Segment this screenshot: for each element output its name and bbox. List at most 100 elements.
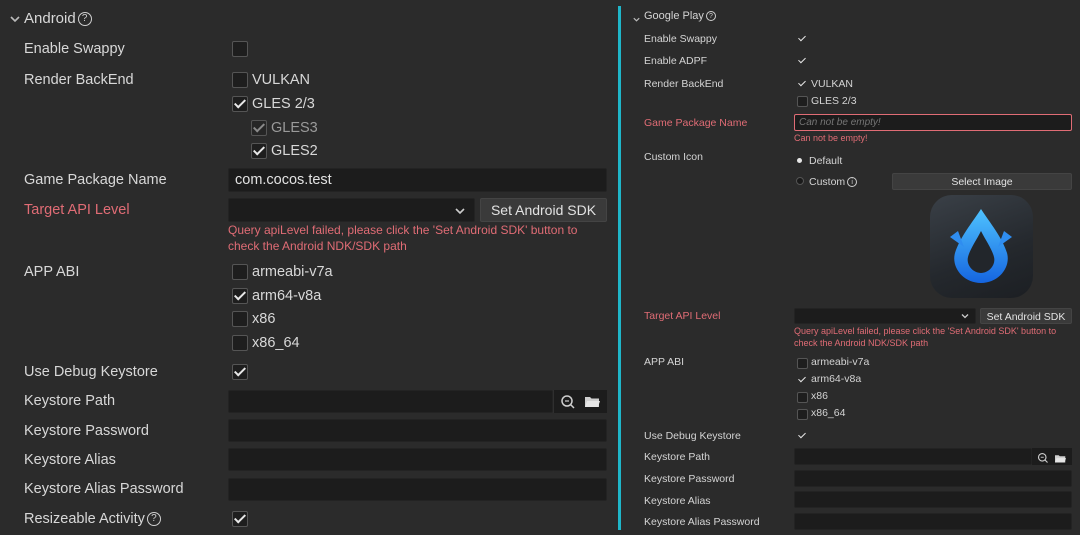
vulkan-label: VULKAN — [252, 72, 311, 88]
chevron-down-icon — [960, 311, 970, 326]
gp-abi-x86-label: x86 — [811, 390, 828, 402]
vulkan-checkbox[interactable] — [232, 72, 248, 88]
gles2-label: GLES2 — [271, 143, 318, 159]
gp-use-debug-keystore-label: Use Debug Keystore — [644, 430, 741, 442]
abi-armeabi-v7a-checkbox[interactable] — [232, 264, 248, 280]
gles23-checkbox[interactable] — [232, 96, 248, 112]
gp-vulkan-checkbox[interactable] — [797, 78, 808, 90]
section-title-label: Google Play — [644, 10, 704, 22]
resizeable-activity-label: Resizeable Activity — [24, 511, 145, 527]
gp-abi-arm64-v8a-checkbox[interactable] — [797, 374, 808, 386]
section-title-label: Android — [24, 10, 76, 27]
gp-vulkan-label: VULKAN — [811, 78, 854, 90]
resizeable-activity-row: Resizeable Activity? — [24, 511, 161, 527]
section-title-google-play[interactable]: Google Play? — [644, 10, 716, 22]
gp-keystore-path-input[interactable] — [794, 448, 1032, 465]
abi-armeabi-v7a-label: armeabi-v7a — [252, 264, 333, 280]
gles3-label: GLES3 — [271, 120, 318, 136]
gp-keystore-password-label: Keystore Password — [644, 473, 735, 485]
gp-abi-arm64-v8a-label: arm64-v8a — [811, 373, 862, 385]
gles23-label: GLES 2/3 — [252, 96, 315, 112]
search-icon[interactable] — [1037, 451, 1049, 469]
folder-icon[interactable] — [584, 394, 601, 414]
keystore-path-label: Keystore Path — [24, 393, 116, 409]
abi-arm64-v8a-label: arm64-v8a — [252, 288, 322, 304]
chevron-down-icon[interactable] — [8, 12, 22, 26]
question-circle-icon[interactable]: i — [847, 177, 858, 188]
gp-abi-x86-64-label: x86_64 — [811, 407, 846, 419]
gp-game-package-input[interactable] — [794, 114, 1072, 131]
abi-x86-64-checkbox[interactable] — [232, 335, 248, 351]
gp-enable-adpf-label: Enable ADPF — [644, 55, 708, 67]
folder-icon[interactable] — [1054, 451, 1067, 469]
gp-app-abi-label: APP ABI — [644, 356, 685, 368]
gp-keystore-alias-password-label: Keystore Alias Password — [644, 516, 760, 528]
abi-x86-checkbox[interactable] — [232, 311, 248, 327]
gp-keystore-alias-label: Keystore Alias — [644, 495, 711, 507]
keystore-path-input[interactable] — [228, 390, 553, 413]
render-backend-label: Render BackEnd — [24, 72, 134, 88]
gp-use-debug-keystore-checkbox[interactable] — [797, 430, 808, 442]
gles3-checkbox[interactable] — [251, 120, 267, 136]
enable-swappy-label: Enable Swappy — [24, 41, 125, 57]
keystore-path-actions — [553, 390, 607, 413]
use-debug-keystore-label: Use Debug Keystore — [24, 364, 158, 380]
gp-target-api-label: Target API Level — [644, 310, 721, 322]
use-debug-keystore-checkbox[interactable] — [232, 364, 248, 380]
gp-api-error-line2: check the Android NDK/SDK path — [794, 338, 929, 348]
gp-icon-default-label: Default — [809, 155, 843, 167]
target-api-label: Target API Level — [24, 202, 130, 218]
gp-abi-x86-checkbox[interactable] — [797, 392, 808, 403]
gp-set-android-sdk-button[interactable]: Set Android SDK — [980, 308, 1072, 324]
gp-abi-armeabi-v7a-checkbox[interactable] — [797, 358, 808, 369]
chevron-down-icon[interactable] — [632, 11, 641, 29]
gles2-checkbox[interactable] — [251, 143, 267, 159]
section-title-android[interactable]: Android? — [24, 10, 92, 27]
gp-target-api-select[interactable] — [794, 308, 976, 324]
set-android-sdk-button[interactable]: Set Android SDK — [480, 198, 607, 222]
app-abi-label: APP ABI — [24, 264, 80, 280]
gp-gles23-checkbox[interactable] — [797, 96, 808, 107]
api-error-line2: check the Android NDK/SDK path — [228, 239, 407, 253]
search-icon[interactable] — [560, 394, 576, 415]
keystore-password-input[interactable] — [228, 419, 607, 442]
panel-divider — [618, 6, 621, 530]
enable-swappy-checkbox[interactable] — [232, 41, 248, 57]
question-circle-icon[interactable]: ? — [146, 512, 161, 527]
gp-gles23-label: GLES 2/3 — [811, 95, 857, 107]
question-circle-icon[interactable]: ? — [77, 12, 92, 27]
gp-enable-adpf-checkbox[interactable] — [797, 55, 808, 67]
gp-keystore-alias-input[interactable] — [794, 491, 1072, 508]
resizeable-activity-checkbox[interactable] — [232, 511, 248, 527]
question-circle-icon[interactable]: ? — [705, 11, 716, 22]
abi-arm64-v8a-checkbox[interactable] — [232, 288, 248, 304]
gp-enable-swappy-checkbox[interactable] — [797, 33, 808, 45]
gp-custom-icon-label: Custom Icon — [644, 151, 703, 163]
gp-icon-custom-radio[interactable] — [796, 177, 804, 185]
gp-keystore-path-label: Keystore Path — [644, 451, 710, 463]
gp-select-image-button[interactable]: Select Image — [892, 173, 1072, 190]
cocos-logo-icon — [930, 195, 1033, 298]
gp-icon-custom-label: Custom — [809, 176, 846, 188]
gp-keystore-alias-password-input[interactable] — [794, 513, 1072, 530]
gp-api-error-line1: Query apiLevel failed, please click the … — [794, 326, 1057, 336]
keystore-alias-input[interactable] — [228, 448, 607, 471]
game-package-input[interactable]: com.cocos.test — [228, 168, 607, 192]
chevron-down-icon — [454, 202, 466, 224]
gp-game-package-label: Game Package Name — [644, 117, 748, 129]
gp-render-backend-label: Render BackEnd — [644, 78, 724, 90]
game-package-label: Game Package Name — [24, 172, 167, 188]
keystore-alias-label: Keystore Alias — [24, 452, 116, 468]
gp-keystore-password-input[interactable] — [794, 470, 1072, 487]
keystore-alias-password-label: Keystore Alias Password — [24, 481, 184, 497]
keystore-password-label: Keystore Password — [24, 423, 149, 439]
android-panel: Android? Enable Swappy Render BackEnd VU… — [0, 0, 618, 535]
gp-abi-x86-64-checkbox[interactable] — [797, 409, 808, 420]
target-api-select[interactable] — [228, 198, 475, 222]
gp-game-package-error: Can not be empty! — [794, 133, 868, 143]
gp-icon-default-radio[interactable] — [797, 158, 802, 163]
keystore-alias-password-input[interactable] — [228, 478, 607, 501]
gp-keystore-path-actions — [1032, 448, 1072, 465]
abi-x86-64-label: x86_64 — [252, 335, 300, 351]
gp-enable-swappy-label: Enable Swappy — [644, 33, 717, 45]
